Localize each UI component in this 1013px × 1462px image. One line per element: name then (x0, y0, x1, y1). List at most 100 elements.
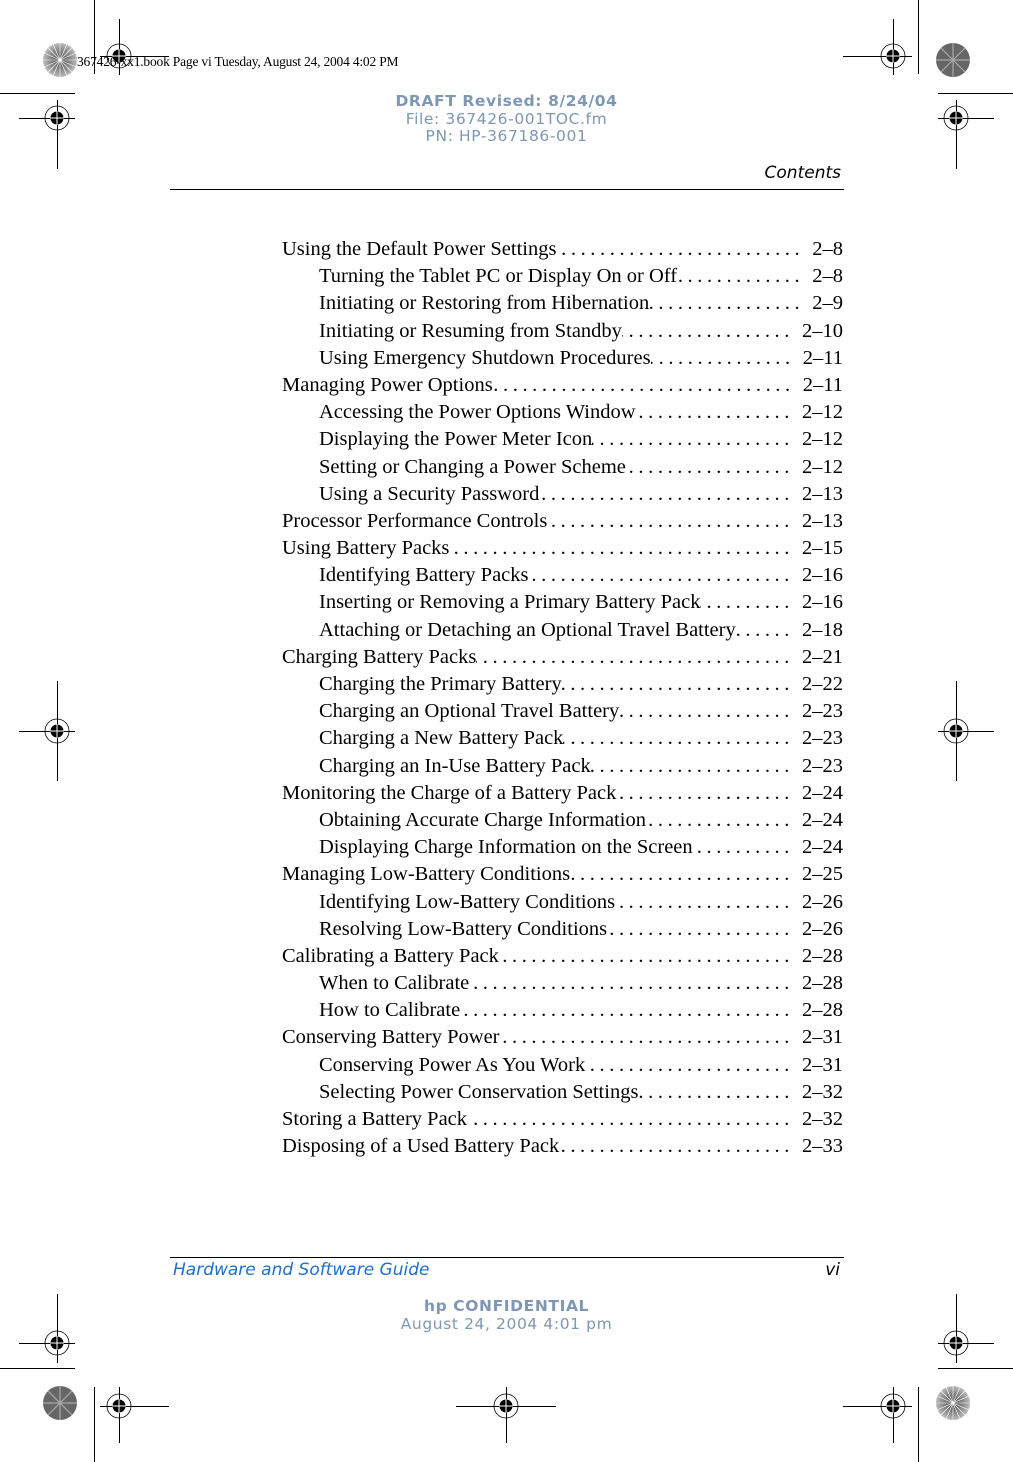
confidential-stamp: hp CONFIDENTIAL August 24, 2004 4:01 pm (0, 1297, 1013, 1333)
toc-subentry[interactable]: Conserving Power As You Work............… (282, 1052, 843, 1079)
print-slug: 367426-xx1.book Page vi Tuesday, August … (77, 54, 399, 69)
toc-entry-page: 2–28 (802, 999, 843, 1022)
toc-leader-dots: ........................................… (636, 401, 794, 424)
footer-page-number: vi (825, 1260, 840, 1280)
toc-entry-title: Inserting or Removing a Primary Battery … (319, 591, 701, 614)
toc-entry-page: 2–13 (802, 509, 843, 532)
toc-subentry[interactable]: Attaching or Detaching an Optional Trave… (282, 617, 843, 644)
toc-subentry[interactable]: Identifying Battery Packs...............… (282, 562, 843, 589)
toc-subentry[interactable]: When to Calibrate.......................… (282, 970, 843, 997)
toc-subentry[interactable]: Resolving Low-Battery Conditions........… (282, 916, 843, 943)
toc-leader-dots: ........................................… (649, 292, 805, 315)
toc-entry-title: Conserving Battery Power (282, 1026, 500, 1049)
toc-leader-dots: ........................................… (559, 1135, 794, 1158)
toc-leader-dots: ........................................… (615, 890, 794, 913)
toc-entry-page: 2–24 (802, 781, 843, 804)
toc-leader-dots: ........................................… (547, 509, 794, 532)
toc-leader-dots: ........................................… (556, 238, 805, 260)
toc-entry-page: 2–12 (802, 455, 843, 478)
toc-leader-dots: ........................................… (638, 1080, 794, 1103)
toc-entry-title: Resolving Low-Battery Conditions (319, 917, 608, 940)
toc-entry-title: When to Calibrate (319, 972, 470, 995)
toc-entry-page: 2–8 (812, 265, 843, 288)
toc-subentry[interactable]: Initiating or Resuming from Standby.....… (282, 318, 843, 345)
toc-entry[interactable]: Processor Performance Controls..........… (282, 508, 843, 535)
toc-entry-page: 2–24 (802, 836, 843, 859)
toc-leader-dots: ........................................… (650, 346, 795, 369)
toc-subentry[interactable]: How to Calibrate........................… (282, 997, 843, 1024)
toc-entry-title: Displaying Charge Information on the Scr… (319, 836, 693, 859)
toc-subentry[interactable]: Charging a New Battery Pack.............… (282, 725, 843, 752)
toc-entry-page: 2–21 (802, 645, 843, 668)
toc-entry[interactable]: Using Battery Packs.....................… (282, 535, 843, 562)
toc-subentry[interactable]: Charging the Primary Battery............… (282, 671, 843, 698)
toc-subentry[interactable]: Charging an In-Use Battery Pack.........… (282, 753, 843, 780)
toc-subentry[interactable]: Charging an Optional Travel Battery.....… (282, 698, 843, 725)
toc-subentry[interactable]: Initiating or Restoring from Hibernation… (282, 290, 843, 317)
toc-entry-title: Conserving Power As You Work (319, 1053, 586, 1076)
running-head: Contents (764, 163, 841, 183)
crop-mark (938, 1368, 1013, 1369)
toc-entry-page: 2–23 (802, 754, 843, 777)
toc-entry[interactable]: Managing Low-Battery Conditions.........… (282, 861, 843, 888)
toc-entry-title: Using a Security Password (319, 482, 540, 505)
header-rule (170, 189, 844, 190)
toc-leader-dots: ........................................… (585, 1053, 794, 1076)
toc-leader-dots: ........................................… (460, 999, 794, 1022)
toc-subentry[interactable]: Using Emergency Shutdown Procedures.....… (282, 345, 843, 372)
toc-subentry[interactable]: Displaying the Power Meter Icon.........… (282, 426, 843, 453)
toc-entry-page: 2–11 (802, 346, 843, 369)
toc-entry-title: Setting or Changing a Power Scheme (319, 455, 626, 478)
footer-book-title: Hardware and Software Guide (173, 1260, 430, 1280)
toc-entry-page: 2–16 (802, 564, 843, 587)
toc-entry[interactable]: Managing Power Options..................… (282, 372, 843, 399)
toc-entry[interactable]: Disposing of a Used Battery Pack........… (282, 1133, 843, 1160)
toc-entry-title: Using Battery Packs (282, 537, 450, 560)
toc-subentry[interactable]: Displaying Charge Information on the Scr… (282, 834, 843, 861)
toc-entry-title: Calibrating a Battery Pack (282, 944, 499, 967)
toc-entry-title: Obtaining Accurate Charge Information (319, 808, 646, 831)
toc-entry[interactable]: Charging Battery Packs..................… (282, 644, 843, 671)
toc-entry-title: Initiating or Restoring from Hibernation (319, 292, 650, 315)
toc-entry-page: 2–32 (802, 1108, 843, 1130)
toc-subentry[interactable]: Using a Security Password...............… (282, 481, 843, 508)
toc-leader-dots: ........................................… (592, 428, 794, 451)
crop-mark (0, 1368, 75, 1369)
toc-subentry[interactable]: Accessing the Power Options Window......… (282, 399, 843, 426)
toc-entry[interactable]: Storing a Battery Pack..................… (282, 1106, 843, 1133)
toc-subentry[interactable]: Inserting or Removing a Primary Battery … (282, 589, 843, 616)
toc-entry-title: Accessing the Power Options Window (319, 401, 636, 424)
toc-leader-dots: ........................................… (677, 265, 805, 288)
toc-leader-dots: ........................................… (622, 319, 794, 342)
toc-entry-page: 2–31 (802, 1053, 843, 1076)
toc-entry[interactable]: Conserving Battery Power................… (282, 1024, 843, 1051)
registration-mark-icon (44, 718, 70, 744)
toc-entry-title: Charging the Primary Battery (319, 673, 562, 695)
toc-leader-dots: ........................................… (493, 373, 795, 396)
toc-entry-page: 2–12 (802, 401, 843, 424)
toc-entry-title: Disposing of a Used Battery Pack (282, 1135, 560, 1158)
toc-entry[interactable]: Using the Default Power Settings........… (282, 236, 843, 263)
toc-leader-dots: ........................................… (646, 808, 794, 831)
toc-entry-page: 2–15 (802, 537, 843, 560)
toc-entry-page: 2–24 (802, 808, 843, 831)
toc-subentry[interactable]: Obtaining Accurate Charge Information...… (282, 807, 843, 834)
toc-leader-dots: ........................................… (499, 944, 794, 967)
crop-mark (918, 0, 919, 74)
toc-entry-title: Charging a New Battery Pack (319, 727, 564, 750)
toc-leader-dots: ........................................… (467, 1108, 794, 1130)
toc-entry-page: 2–26 (802, 890, 843, 913)
toc-subentry[interactable]: Turning the Tablet PC or Display On or O… (282, 263, 843, 290)
toc-subentry[interactable]: Identifying Low-Battery Conditions......… (282, 889, 843, 916)
toc-entry-title: Identifying Low-Battery Conditions (319, 890, 616, 913)
toc-entry[interactable]: Monitoring the Charge of a Battery Pack.… (282, 780, 843, 807)
registration-mark-icon (44, 1330, 70, 1356)
toc-subentry[interactable]: Selecting Power Conservation Settings...… (282, 1079, 843, 1106)
toc-leader-dots: ........................................… (529, 564, 794, 587)
confidential-label: hp CONFIDENTIAL (423, 1297, 590, 1315)
crop-mark (94, 1387, 95, 1462)
draft-pn: PN: HP-367186-001 (425, 127, 588, 145)
toc-entry[interactable]: Calibrating a Battery Pack..............… (282, 943, 843, 970)
star-target-icon (43, 1386, 77, 1420)
toc-subentry[interactable]: Setting or Changing a Power Scheme......… (282, 454, 843, 481)
